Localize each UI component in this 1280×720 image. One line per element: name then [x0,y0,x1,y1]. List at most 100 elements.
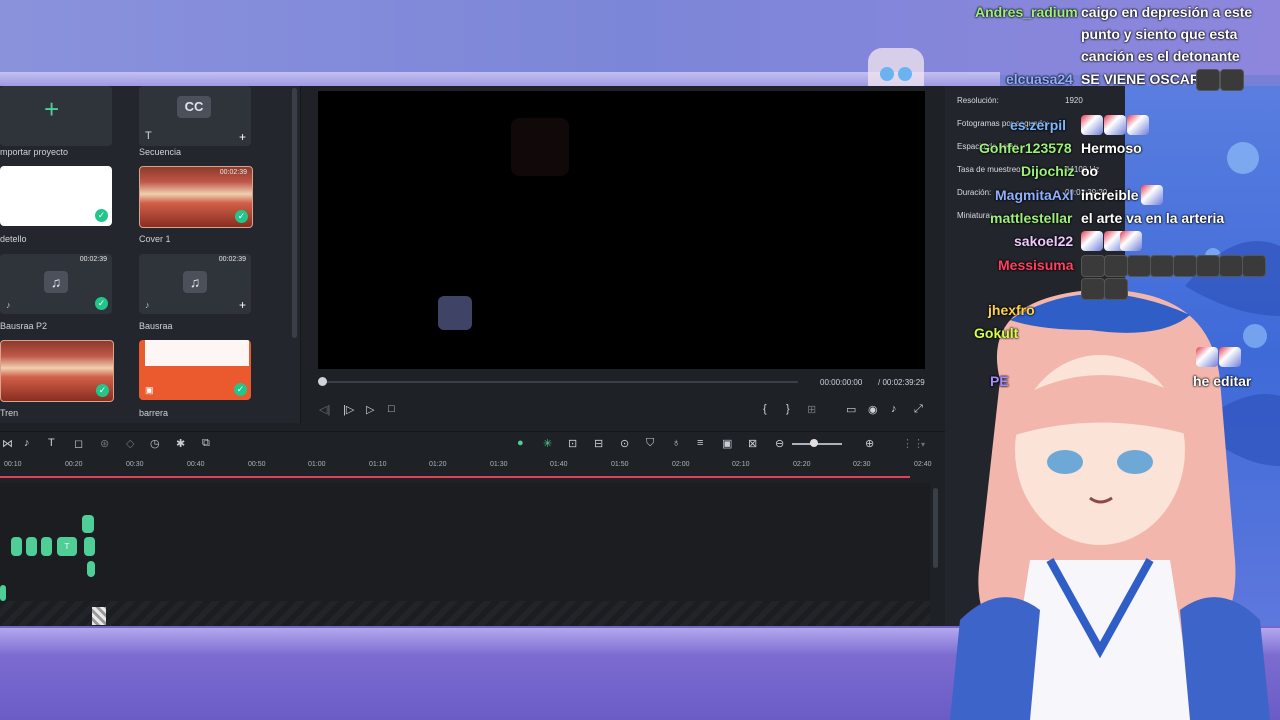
split-icon[interactable]: ⋈ [2,437,13,450]
add-icon[interactable]: + [239,298,246,312]
audio-tile[interactable]: 00:02:39 ♫ ♪ ✓ [0,254,112,314]
play-range-icon[interactable]: ⊙ [620,437,629,450]
timeline-clip[interactable] [82,515,94,533]
monitor-icon[interactable]: ▭ [846,403,856,416]
tile-label: Tren [0,408,19,418]
render-progress-line [0,476,910,478]
barrera-tile[interactable]: ▣ ✓ [139,340,251,400]
tile-label: barrera [139,408,169,418]
sequence-tile[interactable]: CC T + [139,86,251,146]
ruler-tick: 02:00 [672,461,690,468]
ruler-tick: 02:10 [732,461,750,468]
mic-icon[interactable]: ♁ [672,437,680,449]
audio-edit-icon[interactable]: ♪ [24,437,30,449]
chat-username: Dijochiz [1021,163,1075,179]
media-library-panel: + mportar proyecto CC T + Secuencia ✓ de… [0,86,301,423]
current-time: 00:00:00:00 [820,378,863,387]
emote-icon [1141,185,1163,205]
destello-tile[interactable]: ✓ [0,166,112,226]
music-note-icon: ♫ [183,271,207,293]
snap-icon[interactable]: ● [517,437,524,449]
prev-frame-icon[interactable]: ◁| [319,403,330,416]
captions-icon: CC [177,96,211,118]
tren-tile[interactable]: ✓ [0,340,114,402]
stop-icon[interactable]: □ [388,403,395,415]
tile-duration: 00:02:39 [218,256,246,263]
ruler-tick: 01:30 [490,461,508,468]
ruler-tick: 02:20 [793,461,811,468]
zoom-slider-knob[interactable] [810,439,818,447]
emote-icon [1196,69,1220,91]
mixer-icon[interactable]: ≡ [697,437,703,449]
preview-progress-track[interactable] [322,381,798,383]
audio-tile[interactable]: 00:02:39 ♫ ♪ + [139,254,251,314]
chat-username: MagmitaAxl [995,187,1074,203]
volume-icon[interactable]: ♪ [891,403,897,415]
group-icon[interactable]: ⧉ [202,437,210,450]
prop-label: Resolución: [957,96,999,105]
tile-duration: 00:02:39 [79,256,107,263]
stream-border-line [0,72,1000,86]
ruler-tick: 00:30 [126,461,144,468]
tile-label: detello [0,234,27,244]
chat-username: sakoel22 [1014,233,1074,249]
title-clip[interactable]: T [57,537,77,556]
timeline-clip[interactable] [41,537,52,556]
check-icon: ✓ [235,210,248,223]
timeline-scrollbar[interactable] [933,488,938,568]
plus-icon: + [44,94,60,124]
ruler-tick: 01:10 [369,461,387,468]
marker-icon[interactable]: ⊡ [568,437,577,450]
timeline-clip[interactable] [11,537,22,556]
crop-icon[interactable]: ◻ [74,437,83,450]
check-icon: ✓ [234,383,247,396]
effects-icon[interactable]: ⊛ [100,437,109,450]
speed-icon[interactable]: ◷ [150,437,160,450]
preview-playhead-knob[interactable] [318,377,327,386]
insert-icon[interactable]: ⊞ [807,403,816,416]
chat-message: increible [1081,187,1139,203]
prop-value: 1920 [1065,96,1083,105]
chat-username: Andres_radium [975,4,1078,20]
add-icon[interactable]: + [239,130,246,144]
ruler-tick: 00:10 [4,461,22,468]
chat-username: Gokult [974,325,1019,341]
emote-icon [1127,115,1149,135]
cover-tile[interactable]: 00:02:39 ✓ [139,166,253,228]
mark-in-icon[interactable]: { [763,403,767,415]
screen-icon[interactable]: ▣ [722,437,732,450]
timeline-clip[interactable] [84,537,95,556]
tile-duration: 00:02:39 [219,169,247,176]
media-scrollbar[interactable] [292,88,297,338]
zoom-in-icon[interactable]: ⊕ [865,437,874,450]
locked-track-marker [92,607,106,625]
timeline-clip[interactable] [87,561,95,577]
play-icon[interactable]: ▷ [366,403,374,416]
chevron-down-icon[interactable]: ▾ [921,440,925,449]
timeline-clip[interactable] [0,585,6,601]
snapshot-icon[interactable]: ◉ [868,403,878,416]
fit-icon[interactable]: ⊠ [748,437,757,450]
magnet-icon[interactable]: ✳ [543,437,552,450]
mark-out-icon[interactable]: } [786,403,790,415]
keyframe-icon[interactable]: ◇ [126,437,134,450]
tile-label: mportar proyecto [0,147,69,157]
emote-icon [1081,115,1103,135]
zoom-out-icon[interactable]: ⊖ [775,437,784,450]
ruler-tick: 02:40 [914,461,932,468]
step-play-icon[interactable]: |▷ [343,403,354,416]
ruler-tick: 01:20 [429,461,447,468]
prop-label: Duración: [957,188,992,197]
render-icon[interactable]: ⊟ [594,437,603,450]
emote-icon [1196,255,1220,277]
timeline-clip[interactable] [26,537,37,556]
text-tool-icon[interactable]: T [48,437,55,449]
import-project-tile[interactable]: + [0,86,112,146]
color-icon[interactable]: ✱ [176,437,185,450]
fullscreen-icon[interactable]: ⤢ [914,403,923,416]
shield-icon[interactable]: ⛉ [646,437,654,450]
preview-screen[interactable] [318,91,925,369]
chat-message: el arte va en la arteria [1081,210,1225,226]
emote-icon [1196,347,1218,367]
chat-username: Messisuma [998,257,1074,273]
